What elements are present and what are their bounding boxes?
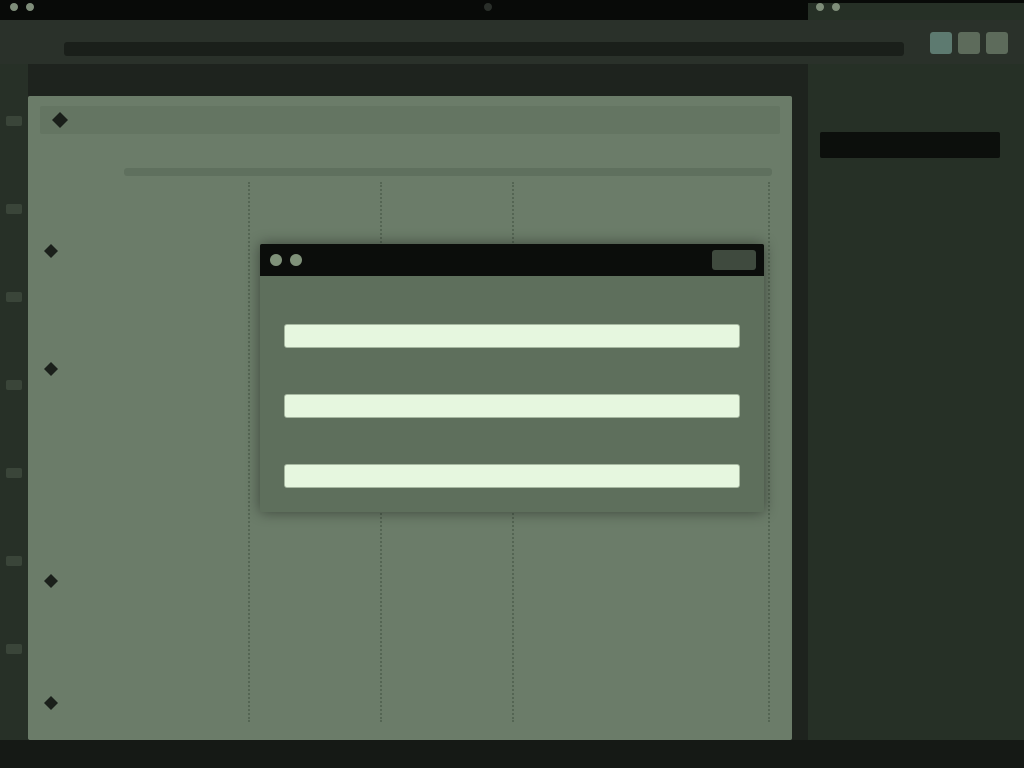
strip-icon[interactable] (6, 644, 22, 654)
strip-icon[interactable] (6, 204, 22, 214)
tray-icon[interactable] (832, 3, 840, 11)
grid-line (768, 182, 770, 722)
top-system-bar (0, 0, 1024, 647)
right-panel (808, 96, 1024, 740)
bottom-bar (0, 740, 1024, 768)
second-field[interactable] (284, 394, 740, 418)
window-control-icon[interactable] (290, 254, 302, 266)
strip-icon[interactable] (6, 556, 22, 566)
modal-dialog (260, 244, 764, 512)
row-icon[interactable] (44, 696, 58, 710)
top-bar-center (484, 3, 498, 11)
window-control-icon[interactable] (270, 254, 282, 266)
toolbar (0, 20, 1024, 64)
indicator-icon (484, 3, 492, 11)
settings-icon[interactable] (986, 32, 1008, 54)
left-strip (0, 64, 28, 768)
close-button[interactable] (712, 250, 756, 270)
strip-icon[interactable] (6, 380, 22, 390)
main-header (40, 106, 780, 134)
screen (0, 0, 1024, 768)
right-panel-box[interactable] (820, 132, 1000, 158)
status-dot-icon (10, 3, 18, 11)
strip-icon[interactable] (6, 116, 22, 126)
extension-icon[interactable] (930, 32, 952, 54)
first-field[interactable] (284, 324, 740, 348)
address-bar[interactable] (64, 42, 904, 56)
strip-icon[interactable] (6, 468, 22, 478)
tray-icon[interactable] (816, 3, 824, 11)
row-icon[interactable] (44, 362, 58, 376)
row-icon[interactable] (44, 574, 58, 588)
row-icon[interactable] (44, 244, 58, 258)
menu-icon[interactable] (958, 32, 980, 54)
third-field[interactable] (284, 464, 740, 488)
top-bar-left (10, 3, 42, 11)
window-controls (270, 254, 302, 266)
strip-icon[interactable] (6, 292, 22, 302)
grid-line (248, 182, 250, 722)
modal-titlebar (260, 244, 764, 276)
status-dot-icon (26, 3, 34, 11)
toolbar-buttons (930, 32, 1008, 54)
column-header-bar (124, 168, 772, 176)
header-icon[interactable] (52, 112, 68, 128)
